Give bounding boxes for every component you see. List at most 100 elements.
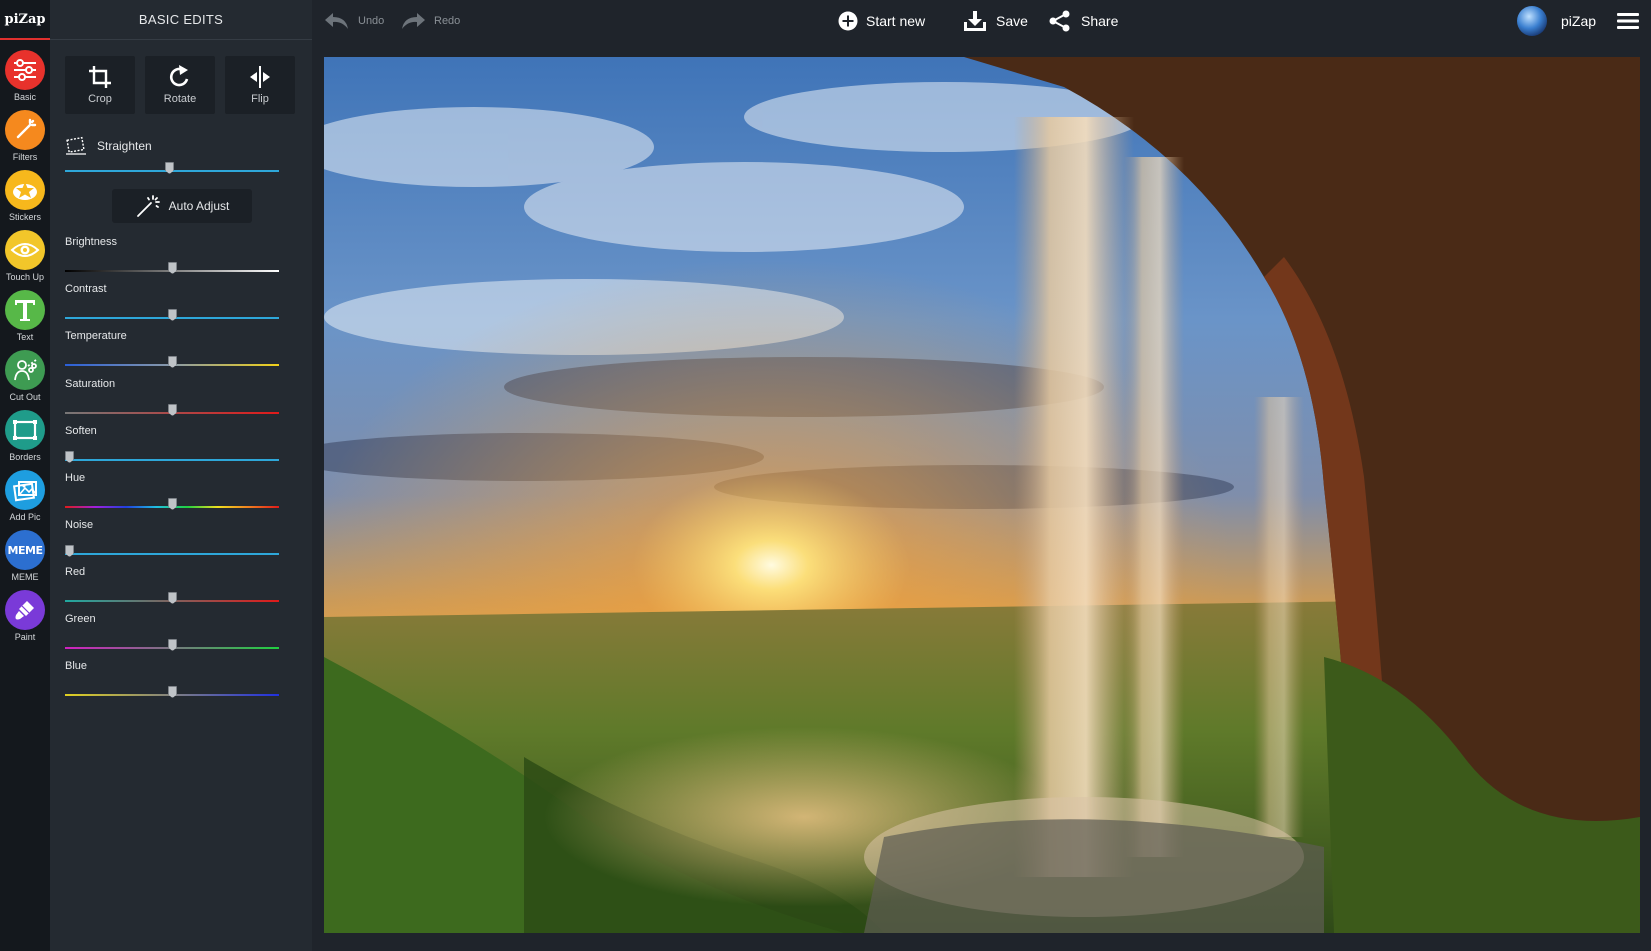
flip-button[interactable]: Flip [225,56,295,114]
meme-badge: MEME [7,543,43,557]
slider-label: Contrast [65,283,107,295]
tool-text[interactable]: Text [0,290,50,350]
slider-knob[interactable] [168,309,177,321]
brightness-slider[interactable]: Brightness [65,236,279,282]
rotate-button[interactable]: Rotate [145,56,215,114]
share-icon [1049,10,1070,32]
tool-paint[interactable]: Paint [0,590,50,650]
user-name: piZap [1561,13,1597,29]
tool-cut-out[interactable]: Cut Out [0,350,50,410]
slider-knob[interactable] [168,262,177,274]
cutout-figure-icon [5,350,45,390]
tool-borders[interactable]: Borders [0,410,50,470]
straighten-slider[interactable] [65,136,279,182]
flip-icon [250,66,270,88]
redo-button[interactable]: Redo [400,0,460,42]
app-logo[interactable]: piZap [0,0,50,40]
contrast-slider[interactable]: Contrast [65,283,279,329]
blue-slider[interactable]: Blue [65,660,279,706]
auto-adjust-label: Auto Adjust [168,199,230,213]
save-label: Save [996,13,1028,29]
hue-slider[interactable]: Hue [65,472,279,518]
slider-track[interactable] [65,459,279,461]
tool-label: Borders [9,452,41,462]
start-new-label: Start new [866,13,926,29]
slider-knob[interactable] [168,686,177,698]
user-account[interactable]: piZap [1517,0,1596,42]
slider-label: Temperature [65,330,127,342]
eye-icon [5,230,45,270]
flip-label: Flip [251,93,269,105]
rotate-label: Rotate [163,93,197,105]
noise-slider[interactable]: Noise [65,519,279,565]
tool-label: Filters [12,152,38,162]
slider-knob[interactable] [168,639,177,651]
tool-label: Paint [14,632,36,642]
slider-label: Brightness [65,236,117,248]
canvas-footer [312,933,1651,951]
slider-knob[interactable] [165,162,174,174]
temperature-slider[interactable]: Temperature [65,330,279,376]
tool-label: Text [16,332,34,342]
slider-label: Blue [65,660,88,672]
hamburger-menu-icon [1617,13,1639,29]
undo-label: Undo [358,15,385,27]
slider-label: Hue [65,472,86,484]
crop-button[interactable]: Crop [65,56,135,114]
slider-knob[interactable] [168,356,177,368]
tool-add-pic[interactable]: Add Pic [0,470,50,530]
saturation-slider[interactable]: Saturation [65,378,279,424]
meme-text-icon: MEME [5,530,45,570]
slider-track[interactable] [65,553,279,555]
letter-t-icon [5,290,45,330]
share-label: Share [1081,13,1119,29]
waterfall-sunset-photo [324,57,1640,933]
basic-edits-panel: BASIC EDITS Crop Rotate Flip Straighten … [50,0,312,951]
tool-filters[interactable]: Filters [0,110,50,170]
menu-button[interactable] [1617,0,1639,42]
start-new-button[interactable]: Start new [838,0,925,42]
tool-meme[interactable]: MEME MEME [0,530,50,590]
tool-rail: piZap Basic Filters Stickers Touch Up Te… [0,0,50,951]
tool-label: Stickers [8,212,41,222]
redo-label: Redo [434,15,461,27]
slider-label: Saturation [65,378,116,390]
panel-title: BASIC EDITS [50,0,312,40]
auto-adjust-button[interactable]: Auto Adjust [112,189,252,223]
undo-icon [325,13,348,29]
tool-touch-up[interactable]: Touch Up [0,230,50,290]
slider-knob[interactable] [168,592,177,604]
avatar[interactable] [1517,6,1547,36]
crop-label: Crop [88,93,112,105]
share-button[interactable]: Share [1049,0,1118,42]
add-picture-icon [5,470,45,510]
redo-icon [402,13,425,29]
green-slider[interactable]: Green [65,613,279,659]
tool-label: Add Pic [9,512,41,522]
slider-label: Green [65,613,96,625]
tool-label: Basic [13,92,36,102]
download-icon [964,11,986,31]
sliders-icon [5,50,45,90]
plus-circle-icon [838,11,858,31]
photo-canvas[interactable] [324,57,1640,933]
tool-label: MEME [11,572,39,582]
slider-knob[interactable] [168,404,177,416]
tool-basic[interactable]: Basic [0,50,50,110]
slider-knob[interactable] [65,451,74,463]
tool-label: Touch Up [5,272,45,282]
undo-button[interactable]: Undo [324,0,384,42]
slider-knob[interactable] [65,545,74,557]
magic-wand-icon [5,110,45,150]
slider-knob[interactable] [168,498,177,510]
tool-stickers[interactable]: Stickers [0,170,50,230]
red-slider[interactable]: Red [65,566,279,612]
soften-slider[interactable]: Soften [65,425,279,471]
slider-label: Red [65,566,86,578]
save-button[interactable]: Save [963,0,1028,42]
slider-label: Soften [65,425,97,437]
tool-label: Cut Out [9,392,41,402]
rotate-icon [169,65,189,87]
slider-label: Noise [65,519,94,531]
star-icon [5,170,45,210]
